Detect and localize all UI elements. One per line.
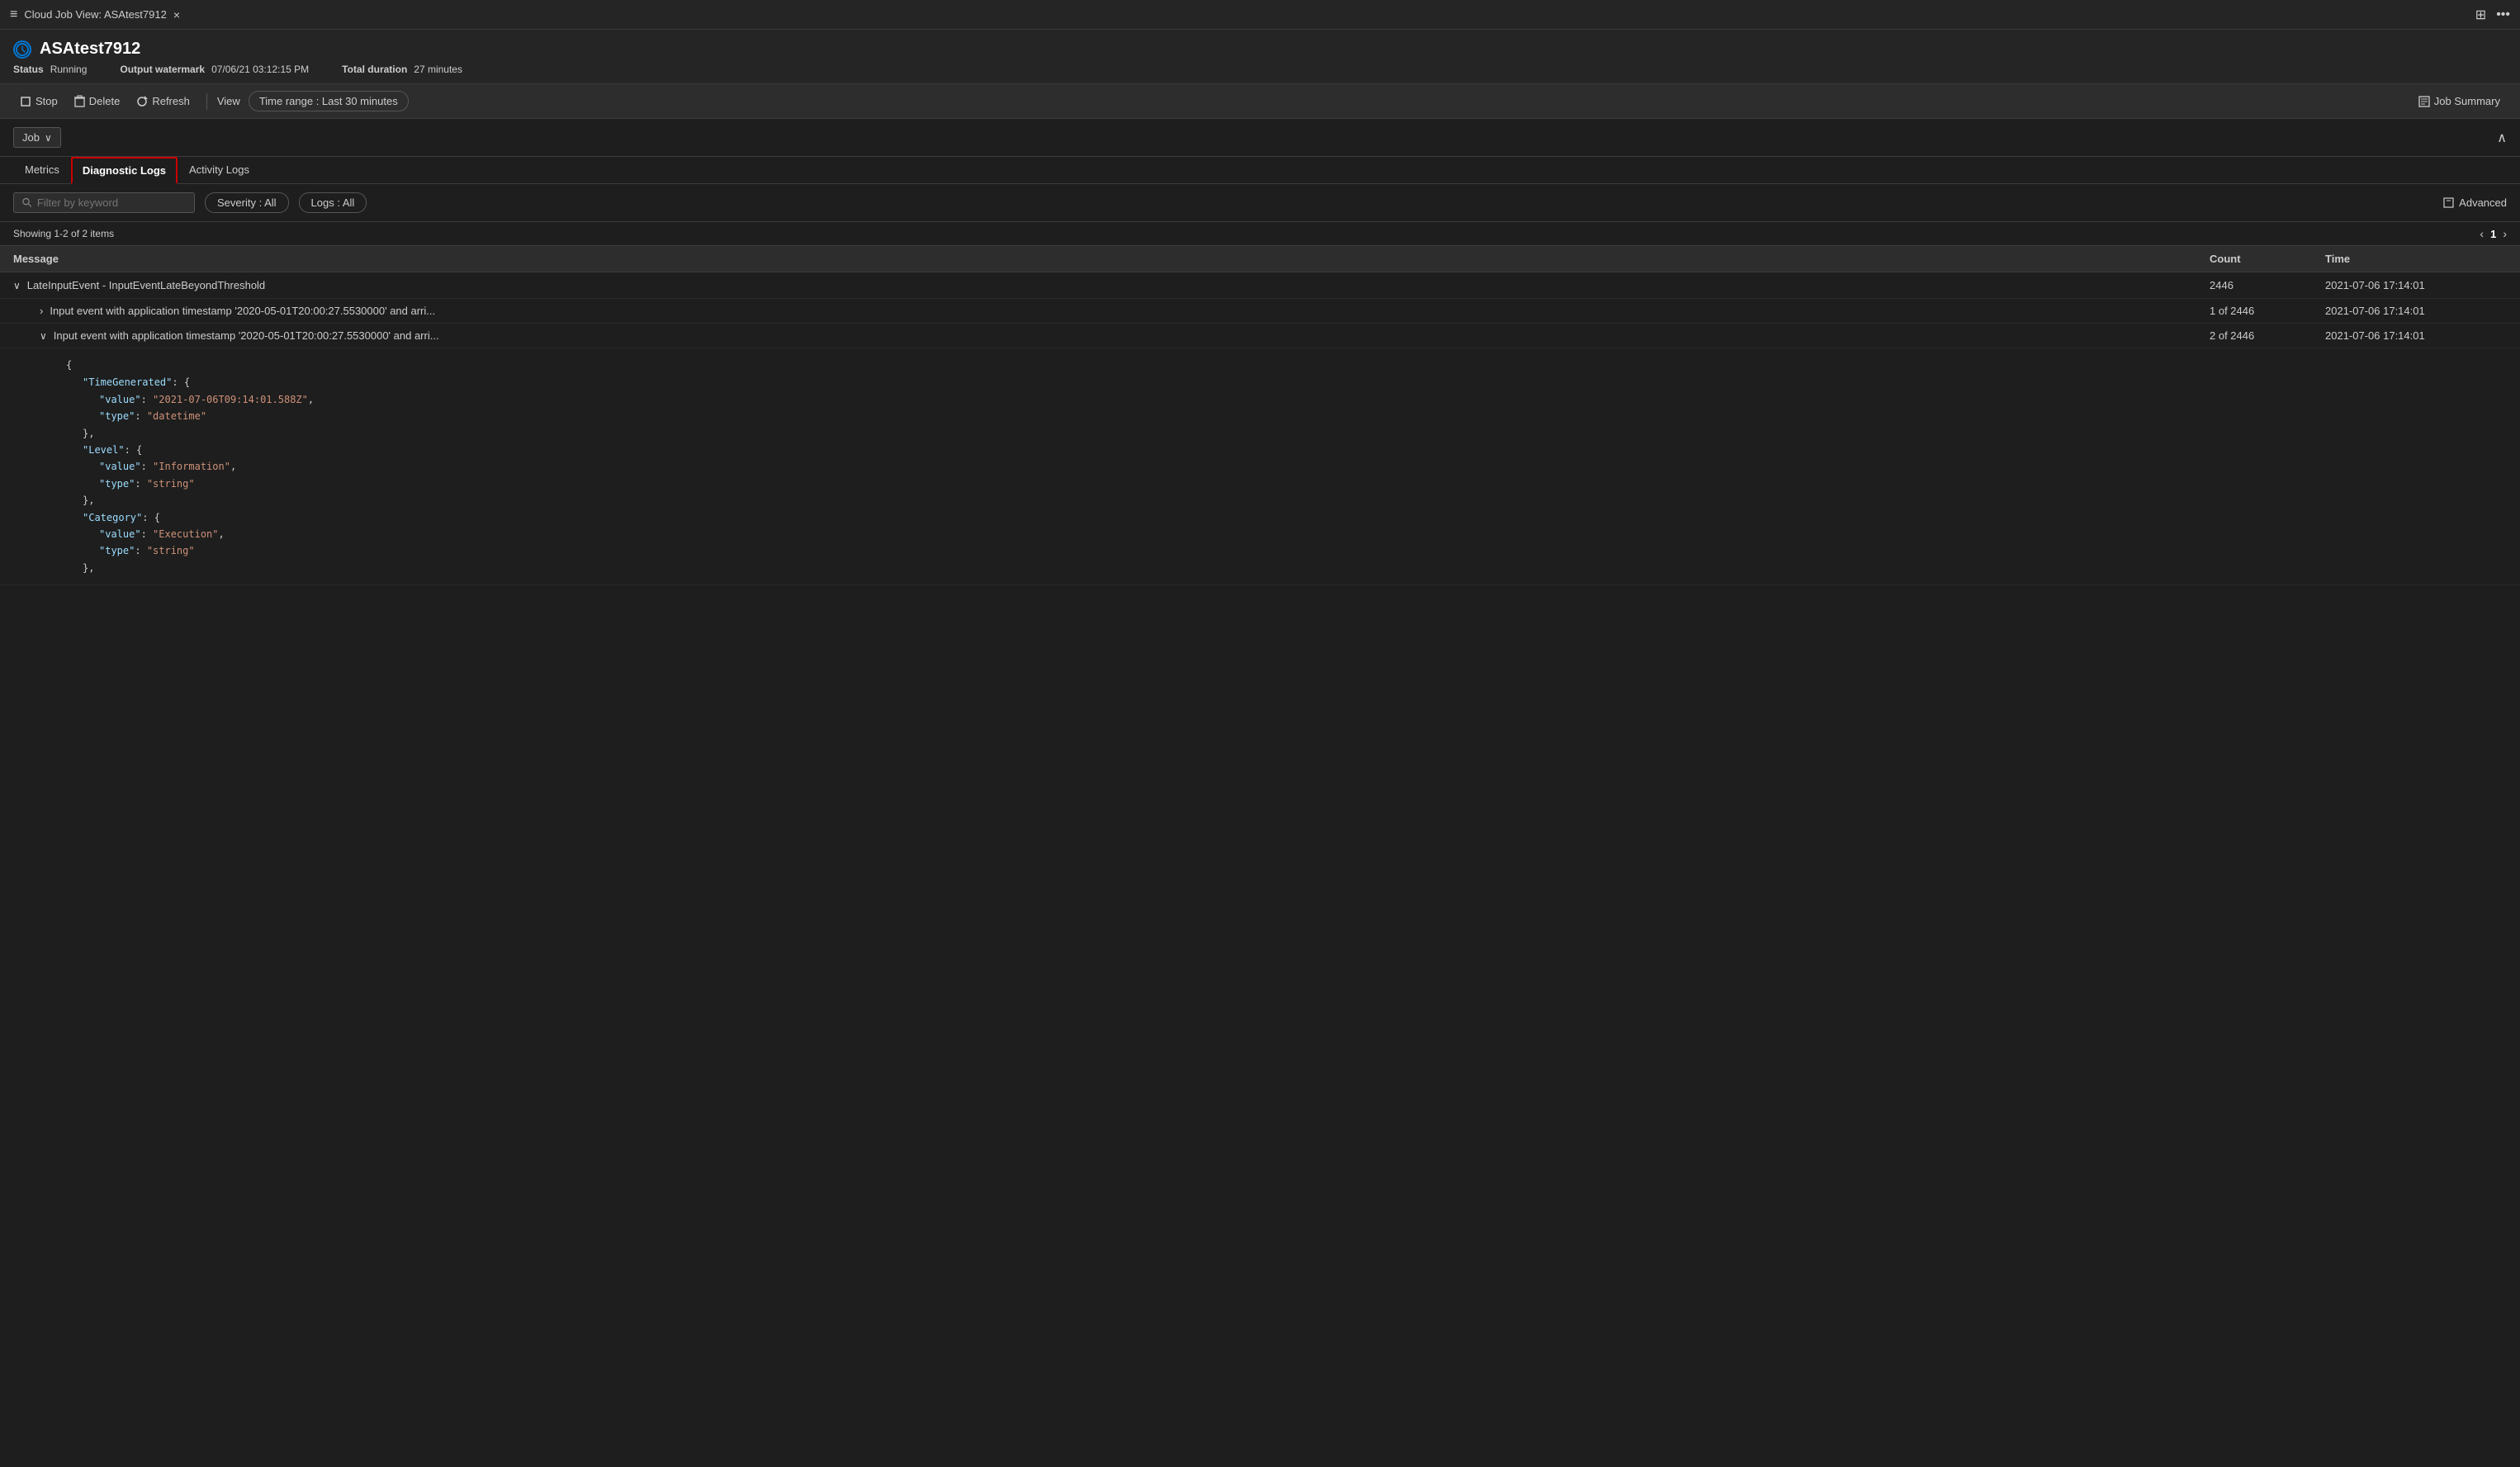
more-icon[interactable]: ••• (2496, 7, 2510, 22)
row-time: 2021-07-06 17:14:01 (2325, 279, 2507, 291)
table-row: ∨ Input event with application timestamp… (0, 324, 2520, 348)
advanced-label: Advanced (2459, 196, 2507, 209)
search-icon (22, 197, 32, 208)
job-summary-icon (2418, 96, 2430, 107)
sub-row-message: › Input event with application timestamp… (40, 305, 2210, 317)
logs-filter-button[interactable]: Logs : All (299, 192, 367, 213)
sub-row2-message: ∨ Input event with application timestamp… (40, 329, 2210, 342)
sub-row2-message-text: Input event with application timestamp '… (54, 329, 439, 342)
status-row: Status Running Output watermark 07/06/21… (13, 64, 2507, 75)
stop-label: Stop (36, 95, 58, 107)
view-label: View (217, 95, 240, 107)
filter-row: Severity : All Logs : All Advanced (0, 184, 2520, 222)
layout-icon[interactable]: ⊞ (2475, 7, 2486, 23)
time-range-button[interactable]: Time range : Last 30 minutes (249, 91, 409, 111)
column-time: Time (2325, 253, 2507, 265)
output-label: Output watermark (120, 64, 205, 75)
status-value: Running (50, 64, 88, 75)
pagination: ‹ 1 › (2480, 227, 2507, 240)
column-count: Count (2210, 253, 2325, 265)
sub-row2-time: 2021-07-06 17:14:01 (2325, 329, 2507, 342)
table-row: ∨ LateInputEvent - InputEventLateBeyondT… (0, 272, 2520, 299)
delete-icon (74, 95, 85, 107)
row-count: 2446 (2210, 279, 2325, 291)
severity-filter-label: Severity : All (217, 196, 277, 209)
title-bar: ≡ Cloud Job View: ASAtest7912 × ⊞ ••• (0, 0, 2520, 30)
title-bar-right: ⊞ ••• (2475, 7, 2510, 23)
duration-label: Total duration (342, 64, 407, 75)
json-detail-block: { "TimeGenerated": { "value": "2021-07-0… (0, 348, 2520, 585)
row-expand-icon[interactable]: ∨ (13, 280, 21, 291)
showing-row: Showing 1-2 of 2 items ‹ 1 › (0, 222, 2520, 246)
tab-metrics-label: Metrics (25, 163, 59, 176)
tab-metrics[interactable]: Metrics (13, 157, 71, 184)
job-name: ASAtest7912 (40, 40, 140, 59)
advanced-button[interactable]: Advanced (2443, 196, 2507, 209)
toolbar-right: Job Summary (2412, 92, 2507, 111)
title-bar-left: ≡ Cloud Job View: ASAtest7912 × (10, 7, 180, 22)
refresh-icon (136, 96, 148, 107)
job-summary-label: Job Summary (2434, 95, 2500, 107)
table-header: Message Count Time (0, 246, 2520, 272)
menu-icon[interactable]: ≡ (10, 7, 17, 22)
refresh-label: Refresh (152, 95, 190, 107)
prev-page-button[interactable]: ‹ (2480, 227, 2484, 240)
delete-label: Delete (89, 95, 121, 107)
job-dropdown[interactable]: Job ∨ (13, 127, 61, 148)
tab-activity-logs[interactable]: Activity Logs (178, 157, 261, 184)
tab-diagnostic-logs[interactable]: Diagnostic Logs (71, 157, 178, 184)
sub-row2-expand-icon[interactable]: ∨ (40, 330, 47, 342)
current-page: 1 (2490, 228, 2496, 240)
chevron-down-icon: ∨ (45, 132, 52, 144)
tab-diagnostic-logs-label: Diagnostic Logs (83, 164, 166, 177)
table-row: › Input event with application timestamp… (0, 299, 2520, 324)
job-title-row: ASAtest7912 (13, 40, 2507, 59)
keyword-filter-input[interactable] (37, 196, 186, 209)
job-summary-button[interactable]: Job Summary (2412, 92, 2507, 111)
time-range-label: Time range : Last 30 minutes (259, 95, 398, 107)
content-area: Job ∨ ∧ Metrics Diagnostic Logs Activity… (0, 119, 2520, 585)
tabs-row: Metrics Diagnostic Logs Activity Logs (0, 157, 2520, 184)
json-content: { "TimeGenerated": { "value": "2021-07-0… (66, 359, 2507, 576)
row-message-text: LateInputEvent - InputEventLateBeyondThr… (27, 279, 265, 291)
column-message: Message (13, 253, 2210, 265)
sub-row-expand-icon[interactable]: › (40, 305, 43, 317)
sub-row2-count: 2 of 2446 (2210, 329, 2325, 342)
refresh-button[interactable]: Refresh (130, 92, 197, 111)
stop-icon (20, 96, 31, 107)
close-button[interactable]: × (173, 8, 180, 21)
stop-button[interactable]: Stop (13, 92, 64, 111)
logs-filter-label: Logs : All (311, 196, 355, 209)
duration-value: 27 minutes (414, 64, 462, 75)
header-section: ASAtest7912 Status Running Output waterm… (0, 30, 2520, 84)
sub-row-message-text: Input event with application timestamp '… (50, 305, 435, 317)
status-label: Status (13, 64, 44, 75)
output-value: 07/06/21 03:12:15 PM (211, 64, 309, 75)
showing-text: Showing 1-2 of 2 items (13, 228, 114, 239)
sub-row-count: 1 of 2446 (2210, 305, 2325, 317)
row-message: ∨ LateInputEvent - InputEventLateBeyondT… (13, 279, 2210, 291)
toolbar-separator (206, 93, 207, 110)
advanced-icon (2443, 197, 2454, 208)
collapse-icon[interactable]: ∧ (2497, 130, 2507, 146)
severity-filter-button[interactable]: Severity : All (205, 192, 289, 213)
job-icon (13, 40, 31, 59)
job-dropdown-row: Job ∨ ∧ (0, 119, 2520, 157)
delete-button[interactable]: Delete (68, 92, 127, 111)
job-dropdown-label: Job (22, 131, 40, 144)
next-page-button[interactable]: › (2503, 227, 2507, 240)
sub-row-time: 2021-07-06 17:14:01 (2325, 305, 2507, 317)
search-box[interactable] (13, 192, 195, 213)
tab-activity-logs-label: Activity Logs (189, 163, 249, 176)
window-title: Cloud Job View: ASAtest7912 (24, 8, 167, 21)
toolbar: Stop Delete Refresh View Time range : La… (0, 84, 2520, 119)
